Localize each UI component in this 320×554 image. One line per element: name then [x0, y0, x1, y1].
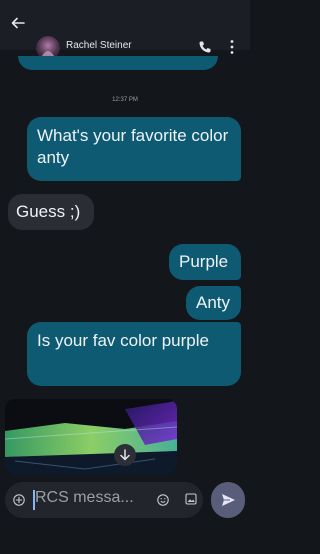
send-icon: [222, 494, 235, 506]
back-arrow-icon[interactable]: [10, 15, 26, 31]
media-image: [5, 399, 177, 475]
gallery-icon[interactable]: [185, 493, 197, 505]
phone-icon[interactable]: [198, 40, 212, 54]
previous-message-bubble[interactable]: [18, 56, 218, 70]
message-input[interactable]: RCS messa...: [35, 489, 134, 507]
add-attachment-icon[interactable]: [13, 494, 25, 506]
outgoing-message-bubble[interactable]: Is your fav color purple: [27, 322, 241, 386]
emoji-icon[interactable]: [157, 494, 169, 506]
send-button[interactable]: [211, 482, 245, 518]
app-header: Rachel Steiner: [0, 0, 250, 60]
scroll-down-icon: [120, 449, 130, 461]
outgoing-message-bubble[interactable]: Anty: [186, 286, 241, 320]
incoming-message-bubble[interactable]: Guess ;): [8, 194, 94, 230]
more-vert-icon[interactable]: [229, 39, 235, 55]
message-timestamp: 12:37 PM: [112, 97, 138, 103]
outgoing-message-bubble[interactable]: What's your favorite color anty: [27, 117, 241, 181]
contact-name[interactable]: Rachel Steiner: [66, 40, 132, 51]
media-attachment[interactable]: [5, 399, 177, 475]
scroll-to-bottom-button[interactable]: [114, 444, 136, 466]
outgoing-message-bubble[interactable]: Purple: [169, 244, 241, 280]
